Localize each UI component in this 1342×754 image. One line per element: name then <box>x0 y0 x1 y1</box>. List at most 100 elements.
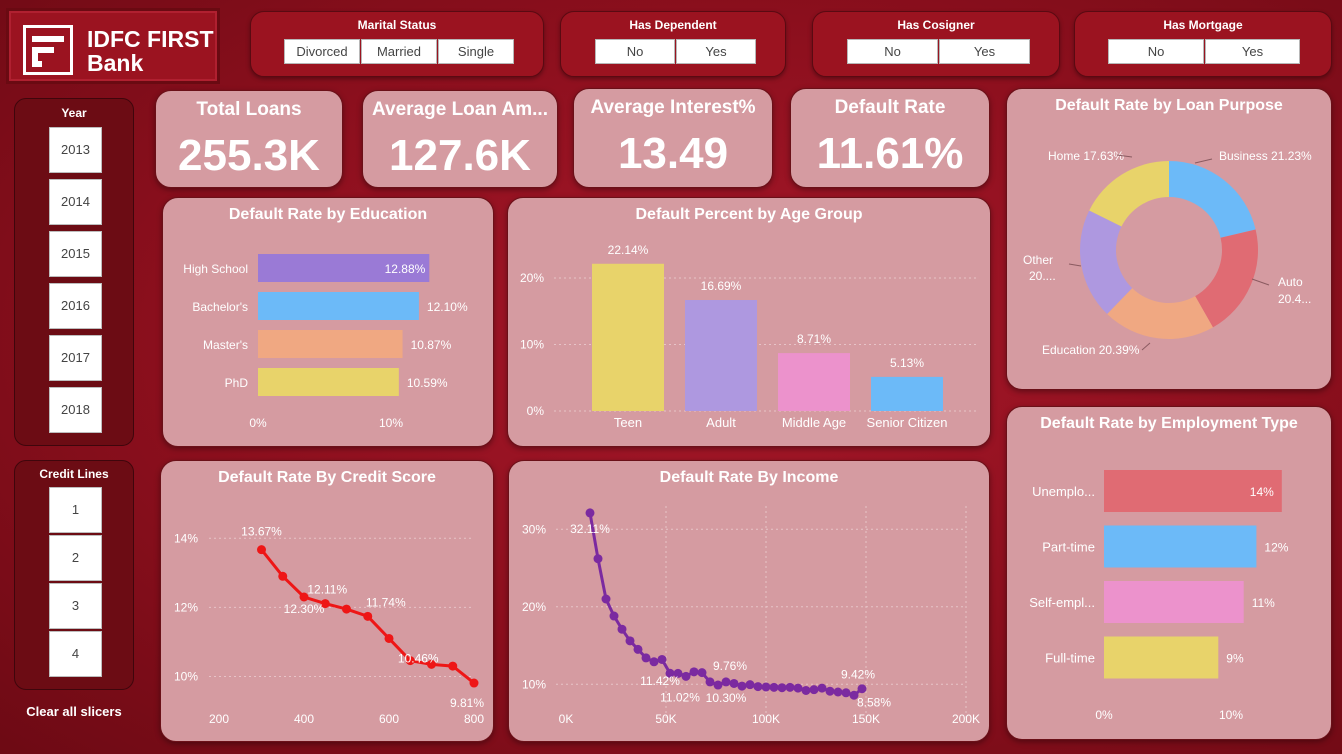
credit-lines-slicer: Credit Lines 1 2 3 4 <box>14 460 134 690</box>
point-label: 10.30% <box>706 691 747 705</box>
bar <box>258 292 419 320</box>
data-point <box>657 654 667 664</box>
tick-label: 10% <box>522 677 546 691</box>
slice-label: Auto <box>1278 275 1303 289</box>
data-label: 10.59% <box>407 376 448 390</box>
data-point <box>633 644 643 654</box>
has-mortgage-slicer: Has Mortgage No Yes <box>1074 11 1332 77</box>
marital-option-divorced[interactable]: Divorced <box>284 39 360 64</box>
data-point <box>625 636 635 646</box>
tick-label: 20% <box>520 271 544 285</box>
idfc-logo: IDFC FIRST Bank <box>6 8 220 84</box>
kpi-total-loans-title: Total Loans <box>196 99 302 120</box>
logo-line2: Bank <box>87 50 144 76</box>
credit-lines-option-1[interactable]: 1 <box>49 487 102 533</box>
data-point <box>681 671 691 681</box>
credit-lines-option-4[interactable]: 4 <box>49 631 102 677</box>
tick-label: 200 <box>209 712 229 726</box>
tick-label: 50K <box>655 712 676 726</box>
bar <box>592 263 664 411</box>
data-point <box>278 571 288 581</box>
kpi-default-rate: Default Rate 11.61% <box>790 88 990 188</box>
category-label: Self-empl... <box>1029 595 1095 610</box>
bar <box>685 300 757 411</box>
tick-label: 10% <box>520 338 544 352</box>
data-point <box>721 677 731 687</box>
point-label: 12.30% <box>284 602 325 616</box>
purpose-chart-svg: Business 21.23% Auto 20.4... Education 20.3… <box>1023 149 1312 357</box>
marital-option-married[interactable]: Married <box>361 39 437 64</box>
marital-option-single[interactable]: Single <box>438 39 514 64</box>
kpi-average-interest-value: 13.49 <box>617 129 729 178</box>
year-option-2015[interactable]: 2015 <box>49 231 102 277</box>
credit-lines-option-2[interactable]: 2 <box>49 535 102 581</box>
data-point <box>833 687 843 697</box>
data-point <box>737 681 747 691</box>
data-point <box>448 661 458 671</box>
kpi-default-rate-value: 11.61% <box>816 129 964 178</box>
data-point <box>585 508 595 518</box>
education-chart-svg: High School 12.88% Bachelor's 12.10% Master'… <box>183 254 468 430</box>
tick-label: 400 <box>294 712 314 726</box>
year-option-2013[interactable]: 2013 <box>49 127 102 173</box>
data-point <box>363 611 373 621</box>
cosigner-option-no[interactable]: No <box>847 39 938 64</box>
bar <box>258 368 399 396</box>
cosigner-option-yes[interactable]: Yes <box>939 39 1030 64</box>
leader-line <box>1068 263 1082 267</box>
credit-lines-title: Credit Lines <box>39 467 109 481</box>
data-point <box>705 677 715 687</box>
idfc-logo-mark <box>23 25 73 75</box>
year-option-2017[interactable]: 2017 <box>49 335 102 381</box>
data-point <box>609 611 619 621</box>
tick-label: 0% <box>1095 708 1113 722</box>
category-label: Part-time <box>1042 540 1095 555</box>
data-label: 12.88% <box>385 262 426 276</box>
bar <box>871 376 943 411</box>
tick-label: 800 <box>464 712 484 726</box>
tick-label: 10% <box>1219 708 1243 722</box>
slice-label: Other <box>1023 253 1053 267</box>
kpi-average-loan-value: 127.6K <box>389 131 531 180</box>
mortgage-option-no[interactable]: No <box>1108 39 1204 64</box>
data-point <box>617 624 627 634</box>
has-mortgage-title: Has Mortgage <box>1163 18 1243 32</box>
bar <box>1104 525 1257 568</box>
leader-line <box>1251 278 1270 286</box>
year-option-2018[interactable]: 2018 <box>49 387 102 433</box>
point-label: 10.46% <box>398 652 439 666</box>
chart-default-rate-by-credit-score: Default Rate By Credit Score 10% 12% 14% 20… <box>160 460 494 742</box>
credit-lines-option-3[interactable]: 3 <box>49 583 102 629</box>
data-point <box>801 685 811 695</box>
category-label: Adult <box>706 415 736 430</box>
dependent-option-no[interactable]: No <box>595 39 675 64</box>
point-label: 12.11% <box>307 583 347 597</box>
data-point <box>689 667 699 677</box>
tick-label: 10% <box>174 669 198 683</box>
category-label: Senior Citizen <box>867 415 948 430</box>
data-label: 10.87% <box>411 338 452 352</box>
leader-line <box>1141 342 1151 351</box>
data-label: 12.10% <box>427 300 468 314</box>
data-point <box>745 680 755 690</box>
tick-label: 0% <box>527 404 545 418</box>
income-chart-svg: 10% 20% 30% 0K 50K 100K 150K 200K 32.11% 11.42% 11… <box>522 506 980 726</box>
mortgage-option-yes[interactable]: Yes <box>1205 39 1300 64</box>
category-label: Full-time <box>1045 651 1095 666</box>
year-option-2014[interactable]: 2014 <box>49 179 102 225</box>
leader-line <box>1194 158 1213 164</box>
data-point <box>753 682 763 692</box>
bar <box>778 353 850 411</box>
tick-label: 200K <box>952 712 980 726</box>
bar <box>1104 636 1219 679</box>
data-point <box>857 684 867 694</box>
point-label: 11.42% <box>640 674 680 688</box>
data-label: 22.14% <box>608 243 649 257</box>
data-point <box>785 682 795 692</box>
data-point <box>841 688 851 698</box>
bar <box>1104 581 1244 623</box>
data-point <box>729 678 739 688</box>
year-option-2016[interactable]: 2016 <box>49 283 102 329</box>
clear-all-slicers-button[interactable]: Clear all slicers <box>14 704 134 719</box>
dependent-option-yes[interactable]: Yes <box>676 39 756 64</box>
